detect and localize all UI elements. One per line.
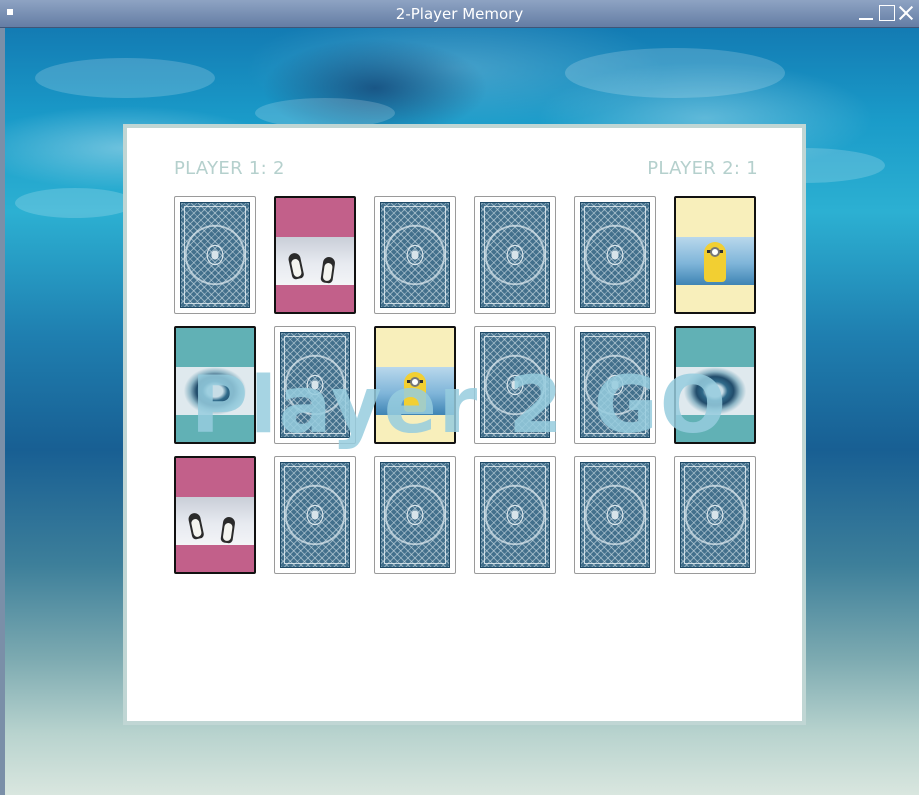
minion-image [676, 236, 754, 285]
penguins-image [276, 236, 354, 285]
card-back-pattern [480, 202, 550, 308]
card-face-minion[interactable] [674, 196, 756, 314]
card-back[interactable] [374, 196, 456, 314]
maximize-icon[interactable] [879, 5, 895, 21]
card-face-penguins[interactable] [274, 196, 356, 314]
whirl-image [176, 366, 254, 415]
card-back-pattern [580, 202, 650, 308]
card-back-pattern [480, 462, 550, 568]
minimize-icon[interactable] [858, 5, 874, 21]
card-back[interactable] [474, 196, 556, 314]
card-back[interactable] [174, 196, 256, 314]
card-back-pattern [280, 332, 350, 438]
game-board: PLAYER 1: 2 PLAYER 2: 1 [123, 124, 806, 725]
card-back[interactable] [674, 456, 756, 574]
card-back[interactable] [474, 326, 556, 444]
card-back[interactable] [474, 456, 556, 574]
player2-score: PLAYER 2: 1 [647, 158, 758, 179]
card-back[interactable] [274, 326, 356, 444]
card-back[interactable] [274, 456, 356, 574]
card-back-pattern [680, 462, 750, 568]
window-title: 2-Player Memory [395, 5, 524, 23]
card-back[interactable] [574, 196, 656, 314]
card-back-pattern [580, 332, 650, 438]
penguins-image [176, 496, 254, 545]
card-back-pattern [380, 462, 450, 568]
card-face-whirl[interactable] [674, 326, 756, 444]
card-back-pattern [380, 202, 450, 308]
card-back-pattern [280, 462, 350, 568]
player1-score: PLAYER 1: 2 [174, 158, 285, 179]
whirl-image [676, 366, 754, 415]
card-back-pattern [580, 462, 650, 568]
card-face-whirl[interactable] [174, 326, 256, 444]
card-back[interactable] [574, 456, 656, 574]
card-face-penguins[interactable] [174, 456, 256, 574]
card-back[interactable] [574, 326, 656, 444]
close-icon[interactable] [898, 5, 914, 21]
card-back-pattern [480, 332, 550, 438]
title-bar: 2-Player Memory [0, 0, 919, 28]
card-back-pattern [180, 202, 250, 308]
minion-image [376, 366, 454, 415]
card-face-minion[interactable] [374, 326, 456, 444]
card-back[interactable] [374, 456, 456, 574]
